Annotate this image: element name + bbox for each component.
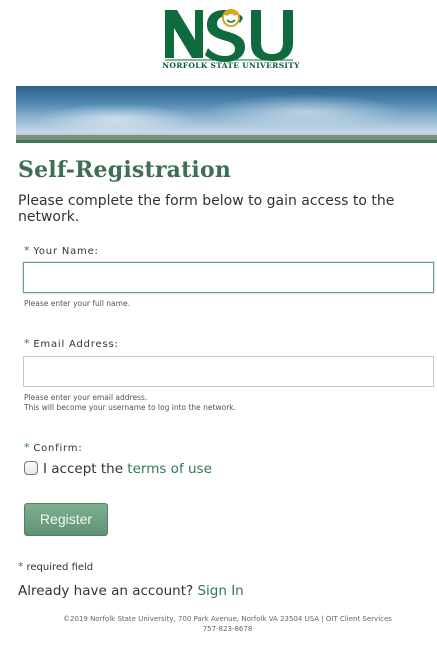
- email-label: * Email Address:: [24, 337, 119, 350]
- logo-subtitle: NORFOLK STATE UNIVERSITY: [162, 61, 300, 70]
- required-field-note: * required field: [18, 560, 94, 573]
- accept-terms-label: I accept the terms of use: [43, 461, 212, 477]
- register-button[interactable]: Register: [24, 503, 108, 536]
- confirm-label: * Confirm:: [24, 441, 83, 454]
- name-label: * Your Name:: [24, 244, 99, 257]
- email-field[interactable]: [23, 356, 434, 387]
- account-prompt: Already have an account? Sign In: [18, 583, 244, 599]
- email-help-text: Please enter your email address. This wi…: [24, 393, 237, 412]
- accept-terms-checkbox[interactable]: [24, 461, 38, 475]
- name-field[interactable]: [23, 262, 434, 293]
- intro-text: Please complete the form below to gain a…: [18, 193, 395, 225]
- header-banner: [16, 86, 437, 140]
- required-star: *: [24, 337, 31, 350]
- required-star: *: [18, 560, 24, 573]
- footer-phone: 757-823-8678: [202, 625, 253, 633]
- header-logo-area: NORFOLK STATE UNIVERSITY: [0, 0, 437, 82]
- sign-in-link[interactable]: Sign In: [197, 583, 243, 599]
- footer-address: ©2019 Norfolk State University, 700 Park…: [63, 615, 392, 623]
- name-help-text: Please enter your full name.: [24, 299, 130, 308]
- banner-divider: [16, 140, 437, 143]
- terms-of-use-link[interactable]: terms of use: [127, 461, 212, 477]
- nsu-logo: [165, 9, 293, 62]
- required-star: *: [24, 441, 31, 454]
- page-title: Self-Registration: [18, 157, 232, 183]
- required-star: *: [24, 244, 31, 257]
- footer: ©2019 Norfolk State University, 700 Park…: [18, 614, 437, 634]
